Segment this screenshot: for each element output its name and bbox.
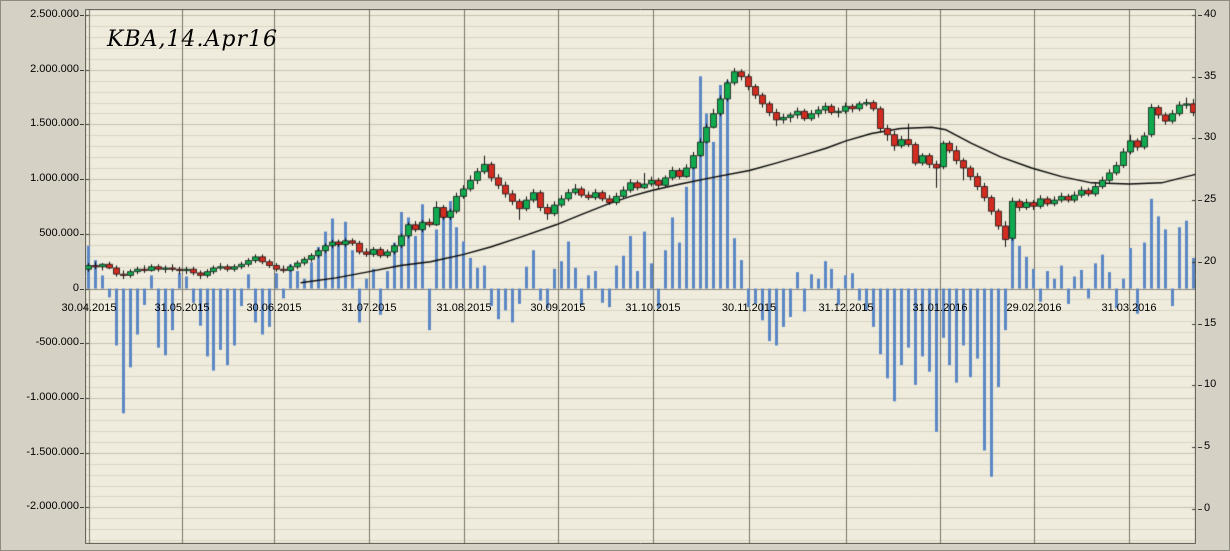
x-axis-tick-label: 31.07.2015 xyxy=(341,302,396,314)
right-axis-tick-label: 0 xyxy=(1204,502,1210,515)
x-axis-tick-label: 30.11.2015 xyxy=(722,302,776,314)
left-axis-tick-mark xyxy=(80,398,84,399)
price-volume-chart-canvas[interactable] xyxy=(85,9,1196,544)
left-axis-tick-mark xyxy=(80,343,84,344)
left-axis-tick-label: 0 xyxy=(1,282,79,295)
x-axis-tick-label: 31.10.2015 xyxy=(625,302,680,314)
left-axis-tick-label: -1.000.000 xyxy=(1,391,79,404)
x-axis-tick-label: 31.05.2015 xyxy=(154,302,209,314)
x-axis-tick-label: 31.08.2015 xyxy=(436,302,491,314)
right-axis-tick-mark xyxy=(1198,200,1202,201)
right-axis-tick-mark xyxy=(1198,509,1202,510)
left-axis-tick-mark xyxy=(80,15,84,16)
x-axis-tick-label: 30.04.2015 xyxy=(61,302,116,314)
x-axis-tick-label: 30.09.2015 xyxy=(530,302,585,314)
left-axis-tick-mark xyxy=(80,124,84,125)
right-axis-tick-mark xyxy=(1198,324,1202,325)
right-axis-tick-label: 20 xyxy=(1204,255,1216,268)
left-axis-tick-mark xyxy=(80,234,84,235)
chart-title: KBA,14.Apr16 xyxy=(107,27,278,52)
right-axis-tick-mark xyxy=(1198,447,1202,448)
left-axis-tick-label: -1.500.000 xyxy=(1,446,79,459)
right-axis-tick-mark xyxy=(1198,262,1202,263)
right-axis-tick-mark xyxy=(1198,138,1202,139)
right-axis-tick-label: 40 xyxy=(1204,8,1216,21)
x-axis-tick-label: 31.03.2016 xyxy=(1101,302,1156,314)
left-axis-tick-mark xyxy=(80,289,84,290)
right-axis-tick-label: 5 xyxy=(1204,440,1210,453)
left-axis-tick-mark xyxy=(80,453,84,454)
x-axis-tick-label: 29.02.2016 xyxy=(1006,302,1061,314)
left-axis-tick-mark xyxy=(80,507,84,508)
right-axis-tick-label: 35 xyxy=(1204,70,1216,83)
chart-window: { "window": { "title": "KBA,14.Apr16" },… xyxy=(0,0,1230,551)
right-axis-tick-label: 30 xyxy=(1204,131,1216,144)
left-axis-tick-label: 1.000.000 xyxy=(1,172,79,185)
right-axis-tick-label: 10 xyxy=(1204,378,1216,391)
left-axis-tick-label: 2.500.000 xyxy=(1,8,79,21)
x-axis-tick-label: 31.12.2015 xyxy=(819,302,874,314)
left-axis-tick-label: 500.000 xyxy=(1,227,79,240)
left-axis-tick-label: -2.000.000 xyxy=(1,500,79,513)
left-axis-tick-mark xyxy=(80,70,84,71)
right-axis-tick-mark xyxy=(1198,77,1202,78)
right-axis-tick-label: 25 xyxy=(1204,193,1216,206)
left-axis-tick-label: -500.000 xyxy=(1,336,79,349)
x-axis-tick-label: 31.01.2016 xyxy=(912,302,967,314)
left-axis-tick-label: 1.500.000 xyxy=(1,117,79,130)
left-axis-tick-label: 2.000.000 xyxy=(1,63,79,76)
right-axis-tick-label: 15 xyxy=(1204,317,1216,330)
right-axis-tick-mark xyxy=(1198,385,1202,386)
right-axis-tick-mark xyxy=(1198,15,1202,16)
x-axis-tick-label: 30.06.2015 xyxy=(246,302,301,314)
left-axis-tick-mark xyxy=(80,179,84,180)
